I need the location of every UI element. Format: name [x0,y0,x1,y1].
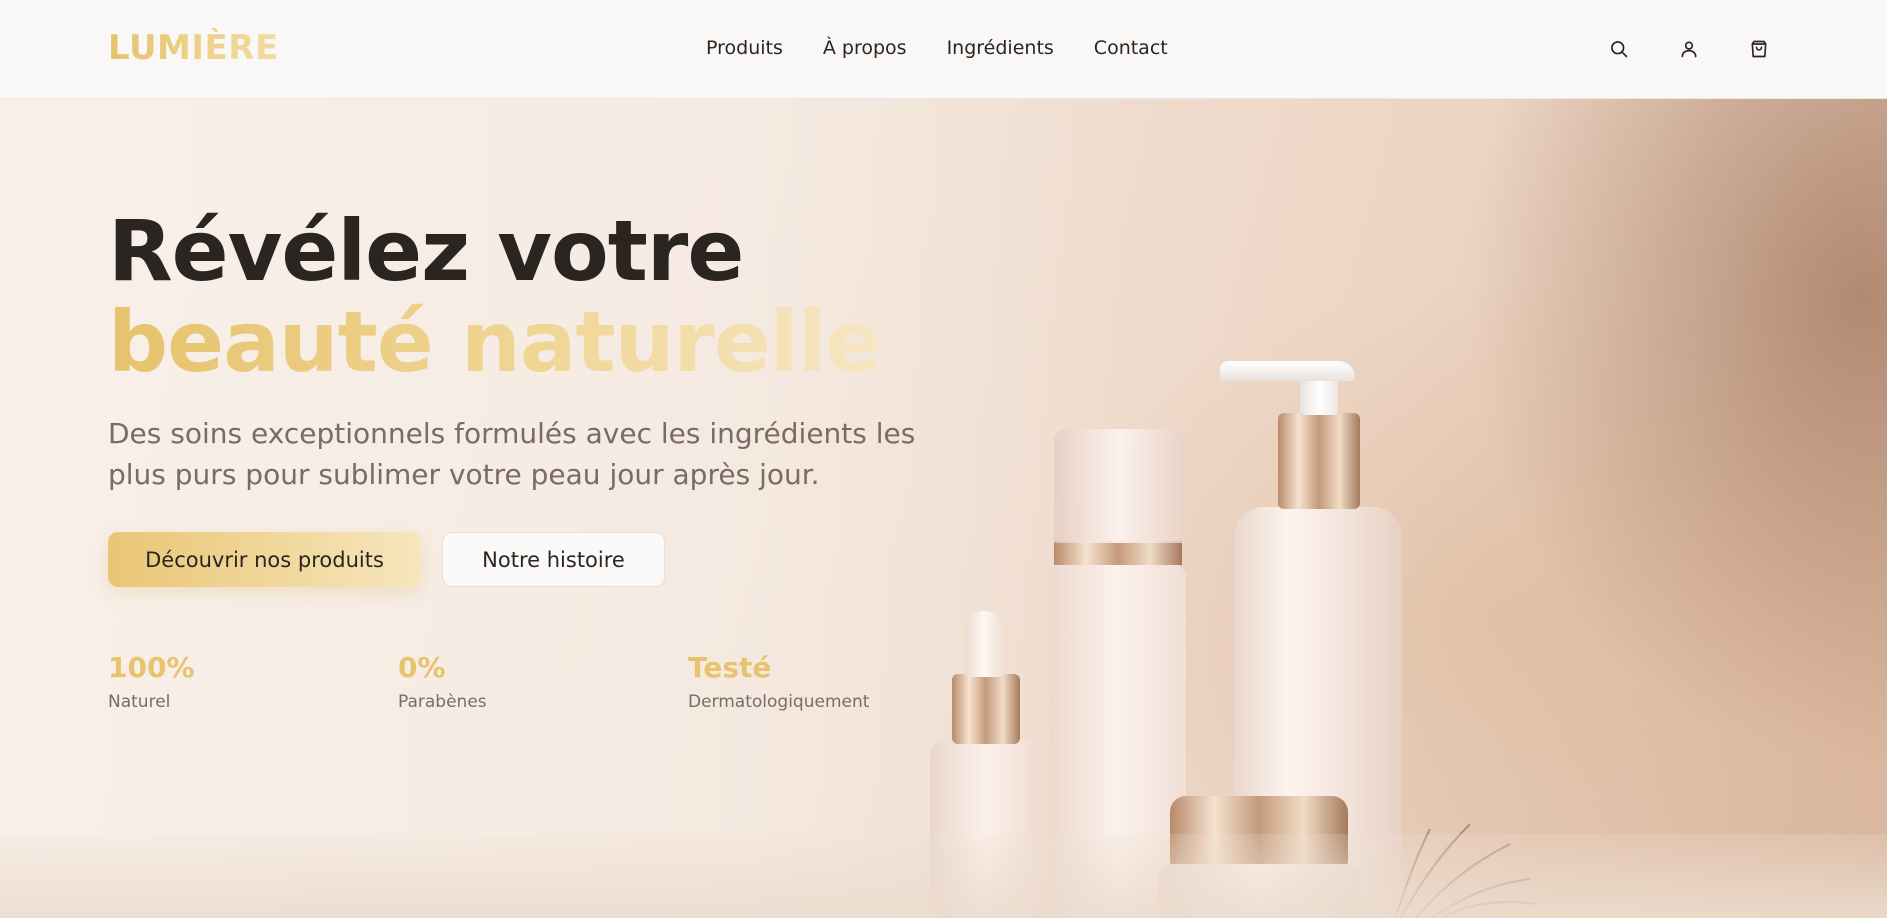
shopping-bag-icon[interactable] [1747,37,1771,61]
stat-label: Naturel [108,692,171,712]
hero-product-image [900,349,1600,918]
surface-illustration [0,834,1887,918]
nav-actions [1561,37,1771,61]
stat-value: 100% [108,651,195,684]
tall-bottle-band-illustration [1054,541,1182,565]
main-menu: Produits À propos Ingrédients Contact [706,37,1208,59]
nav-link-ingredients[interactable]: Ingrédients [947,37,1054,59]
hero-title-line1: Révélez votre [108,202,744,300]
dropper-collar-illustration [952,674,1020,744]
pump-head-illustration [1220,361,1355,381]
tall-bottle-cap-illustration [1054,429,1184,543]
our-story-button[interactable]: Notre histoire [442,532,665,587]
nav-link-a-propos[interactable]: À propos [823,37,907,59]
top-navigation: LUMIÈRE Produits À propos Ingrédients Co… [0,0,1887,99]
user-icon[interactable] [1677,37,1701,61]
stat-tested: Testé Dermatologiquement [688,651,869,713]
nav-link-contact[interactable]: Contact [1094,37,1168,59]
stat-parabens: 0% Parabènes [398,651,487,713]
discover-products-button[interactable]: Découvrir nos produits [108,532,421,587]
brand-logo[interactable]: LUMIÈRE [108,28,279,68]
hero-title-line2: beauté naturelle [108,293,882,391]
pump-collar-illustration [1278,413,1360,509]
stat-value: Testé [688,651,772,684]
nav-link-produits[interactable]: Produits [706,37,783,59]
stat-natural: 100% Naturel [108,651,195,713]
stat-value: 0% [398,651,446,684]
dropper-bulb-illustration [965,611,1003,677]
stat-label: Dermatologiquement [688,692,870,712]
hero-subtitle: Des soins exceptionnels formulés avec le… [108,417,916,491]
page: LUMIÈRE Produits À propos Ingrédients Co… [0,0,1887,918]
stat-label: Parabènes [398,692,487,712]
pump-neck-illustration [1300,375,1338,415]
search-icon[interactable] [1607,37,1631,61]
